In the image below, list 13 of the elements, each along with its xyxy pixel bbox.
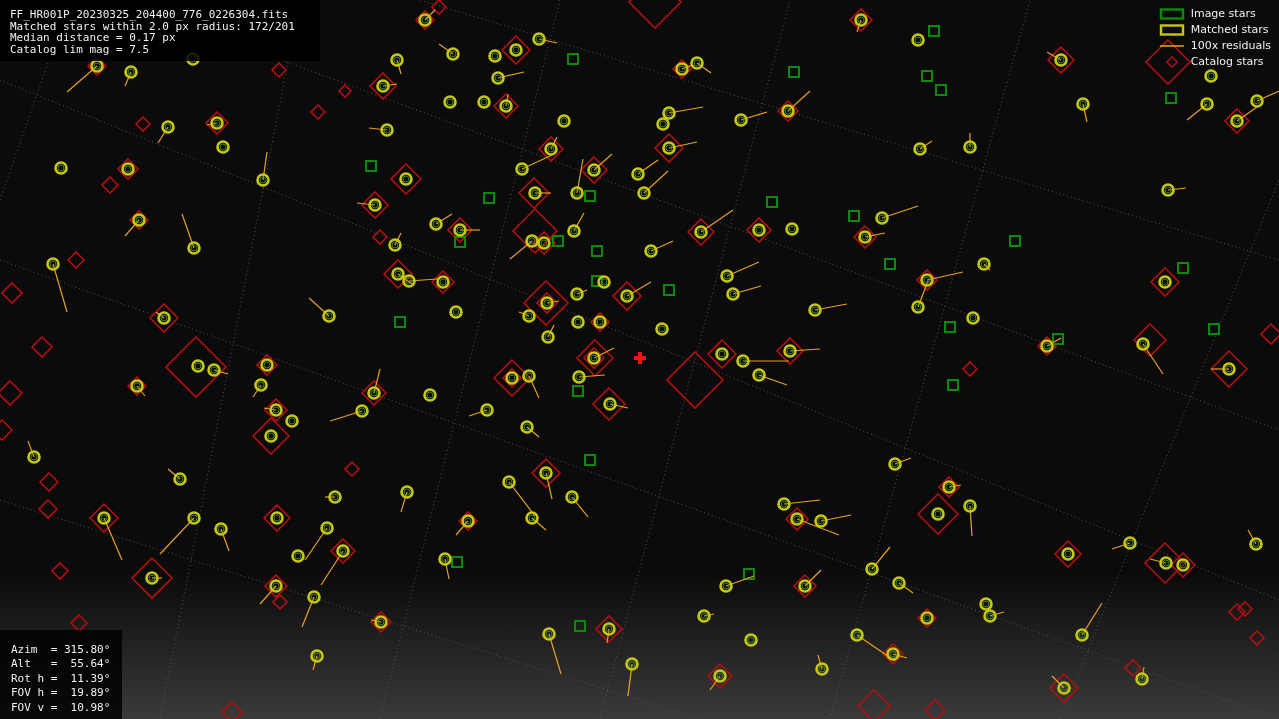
legend-label: Image stars	[1190, 7, 1256, 20]
pointing-text: FOV h = 19.89°	[11, 686, 111, 701]
pointing-text: Alt = 55.64°	[11, 657, 111, 672]
legend-label: Matched stars	[1190, 23, 1269, 36]
pointing-text: Azim = 315.80°	[11, 642, 111, 657]
info-text: Matched stars within 2.0 px radius: 172/201	[10, 20, 296, 32]
pointing-text: FOV v = 10.98°	[11, 700, 111, 715]
info-text: Median distance = 0.17 px	[10, 32, 176, 44]
legend-label: Catalog stars	[1190, 55, 1264, 68]
info-text: Catalog lim mag = 7.5	[10, 43, 151, 55]
info-text: FF_HR001P_20230325_204400_776_0226304.fits	[10, 9, 290, 21]
legend-label: 100x residuals	[1190, 39, 1271, 52]
pointing-text: Rot h = 11.39°	[11, 671, 111, 686]
